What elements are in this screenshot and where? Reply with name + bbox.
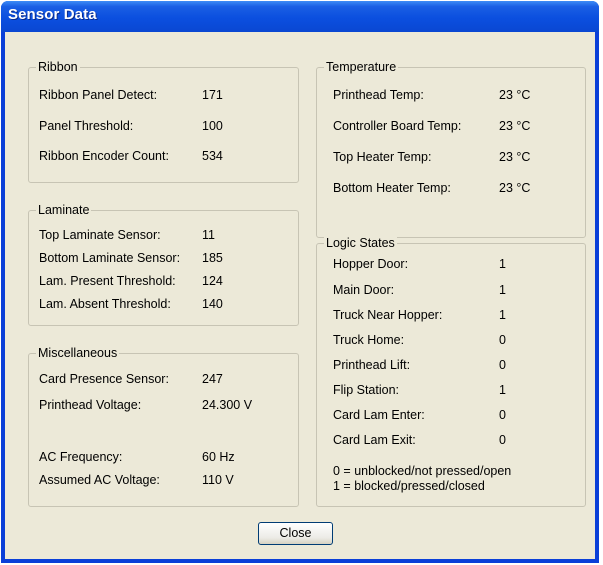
- laminate-legend: Laminate: [36, 202, 92, 218]
- ribbon-panel-detect-label: Ribbon Panel Detect:: [39, 88, 158, 102]
- card-lam-exit-value: 0: [499, 433, 506, 447]
- title-bar[interactable]: Sensor Data: [1, 1, 599, 32]
- logic-legend-note-line1: 0 = unblocked/not pressed/open: [333, 464, 512, 478]
- logic-states-legend: Logic States: [324, 235, 397, 251]
- card-lam-exit-label: Card Lam Exit:: [333, 433, 416, 447]
- printhead-lift-value: 0: [499, 358, 506, 372]
- logic-legend-note-line2: 1 = blocked/pressed/closed: [333, 479, 485, 493]
- ribbon-group: Ribbon Ribbon Panel Detect: 171 Panel Th…: [28, 59, 299, 183]
- truck-near-hopper-label: Truck Near Hopper:: [333, 308, 443, 322]
- miscellaneous-legend: Miscellaneous: [36, 345, 120, 361]
- temperature-group: Temperature Printhead Temp: 23 °C Contro…: [316, 59, 586, 238]
- ac-frequency-label: AC Frequency:: [39, 450, 123, 464]
- controller-board-temp-label: Controller Board Temp:: [333, 119, 462, 133]
- hopper-door-value: 1: [499, 257, 506, 271]
- ribbon-legend: Ribbon: [36, 59, 80, 75]
- truck-home-label: Truck Home:: [333, 333, 405, 347]
- card-lam-enter-value: 0: [499, 408, 506, 422]
- card-presence-sensor-value: 247: [202, 372, 223, 386]
- assumed-ac-voltage-value: 110 V: [202, 473, 234, 487]
- controller-board-temp-value: 23 °C: [499, 119, 531, 133]
- close-button[interactable]: Close: [258, 522, 333, 545]
- window-title: Sensor Data: [8, 6, 97, 23]
- lam-present-threshold-label: Lam. Present Threshold:: [39, 274, 176, 288]
- ribbon-encoder-count-value: 534: [202, 149, 223, 163]
- bottom-laminate-sensor-label: Bottom Laminate Sensor:: [39, 251, 181, 265]
- top-heater-temp-value: 23 °C: [499, 150, 531, 164]
- printhead-temp-label: Printhead Temp:: [333, 88, 424, 102]
- dialog-body: Ribbon Ribbon Panel Detect: 171 Panel Th…: [5, 32, 595, 559]
- hopper-door-label: Hopper Door:: [333, 257, 409, 271]
- ac-frequency-value: 60 Hz: [202, 450, 235, 464]
- flip-station-label: Flip Station:: [333, 383, 400, 397]
- top-heater-temp-label: Top Heater Temp:: [333, 150, 432, 164]
- sensor-data-window: Sensor Data Ribbon Ribbon Panel Detect: …: [1, 1, 599, 563]
- truck-home-value: 0: [499, 333, 506, 347]
- panel-threshold-value: 100: [202, 119, 223, 133]
- ribbon-panel-detect-value: 171: [202, 88, 223, 102]
- bottom-heater-temp-value: 23 °C: [499, 181, 531, 195]
- printhead-voltage-value: 24.300 V: [202, 398, 253, 412]
- lam-absent-threshold-value: 140: [202, 297, 223, 311]
- lam-present-threshold-value: 124: [202, 274, 223, 288]
- card-lam-enter-label: Card Lam Enter:: [333, 408, 425, 422]
- top-laminate-sensor-value: 11: [202, 228, 215, 242]
- printhead-temp-value: 23 °C: [499, 88, 531, 102]
- main-door-value: 1: [499, 283, 506, 297]
- printhead-voltage-label: Printhead Voltage:: [39, 398, 142, 412]
- card-presence-sensor-label: Card Presence Sensor:: [39, 372, 169, 386]
- top-laminate-sensor-label: Top Laminate Sensor:: [39, 228, 161, 242]
- main-door-label: Main Door:: [333, 283, 395, 297]
- truck-near-hopper-value: 1: [499, 308, 506, 322]
- ribbon-encoder-count-label: Ribbon Encoder Count:: [39, 149, 169, 163]
- assumed-ac-voltage-label: Assumed AC Voltage:: [39, 473, 160, 487]
- flip-station-value: 1: [499, 383, 506, 397]
- printhead-lift-label: Printhead Lift:: [333, 358, 411, 372]
- temperature-legend: Temperature: [324, 59, 399, 75]
- laminate-group: Laminate Top Laminate Sensor: 11 Bottom …: [28, 202, 299, 326]
- panel-threshold-label: Panel Threshold:: [39, 119, 134, 133]
- bottom-laminate-sensor-value: 185: [202, 251, 223, 265]
- miscellaneous-group: Miscellaneous Card Presence Sensor: 247 …: [28, 345, 299, 507]
- logic-states-group: Logic States Hopper Door: 1 Main Door: 1…: [316, 235, 586, 507]
- bottom-heater-temp-label: Bottom Heater Temp:: [333, 181, 451, 195]
- lam-absent-threshold-label: Lam. Absent Threshold:: [39, 297, 171, 311]
